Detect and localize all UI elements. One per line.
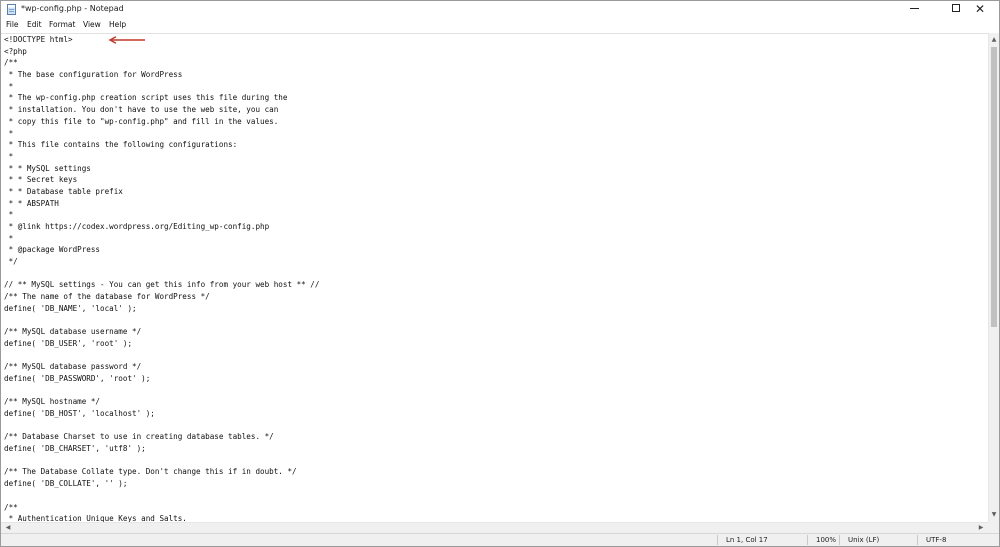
editor-line: define( 'DB_NAME', 'local' ); [4, 303, 137, 313]
status-divider [807, 535, 808, 545]
horizontal-scrollbar[interactable]: ◀ ▶ [1, 522, 988, 533]
scrollbar-corner [988, 522, 999, 533]
window-title: *wp-config.php - Notepad [21, 4, 124, 13]
editor-line [4, 350, 319, 362]
editor-line: /** [4, 502, 18, 512]
vertical-scrollbar[interactable]: ▲ ▼ [988, 33, 999, 522]
editor-line: define( 'DB_COLLATE', '' ); [4, 479, 128, 489]
editor-line: /** [4, 58, 18, 68]
editor-line: * copy this file to "wp-config.php" and … [4, 116, 279, 126]
editor-line: define( 'DB_PASSWORD', 'root' ); [4, 373, 151, 383]
editor-line: * installation. You don't have to use th… [4, 105, 279, 115]
editor-line: */ [4, 257, 18, 267]
editor-line: * * Secret keys [4, 175, 78, 185]
editor-line [4, 420, 319, 432]
zoom-level: 100% [816, 536, 837, 544]
editor-line: * The base configuration for WordPress [4, 70, 183, 80]
editor-line: * The wp-config.php creation script uses… [4, 93, 288, 103]
vertical-scroll-thumb[interactable] [991, 47, 997, 327]
scroll-right-icon[interactable]: ▶ [976, 523, 986, 533]
arrow-icon [108, 36, 145, 44]
editor-line: /** The name of the database for WordPre… [4, 292, 210, 302]
editor-line: /** The Database Collate type. Don't cha… [4, 467, 297, 477]
line-endings: Unix (LF) [848, 536, 880, 544]
minimize-icon [909, 7, 919, 9]
editor-line: define( 'DB_USER', 'root' ); [4, 338, 133, 348]
text-editor[interactable]: <!DOCTYPE html> <?php /** * The base con… [1, 33, 988, 523]
menu-help[interactable]: Help [109, 20, 126, 29]
status-bar: Ln 1, Col 17 100% Unix (LF) UTF-8 [1, 533, 999, 546]
editor-line: <!DOCTYPE html> [4, 35, 73, 44]
editor-line: * * MySQL settings [4, 163, 91, 173]
close-icon: ✕ [974, 2, 986, 16]
editor-line: /** MySQL hostname */ [4, 397, 101, 407]
editor-line: /** MySQL database username */ [4, 327, 142, 337]
status-divider [917, 535, 918, 545]
scroll-up-icon[interactable]: ▲ [989, 35, 999, 45]
scroll-down-icon[interactable]: ▼ [989, 510, 999, 520]
editor-line [4, 385, 319, 397]
notepad-icon [7, 4, 16, 15]
editor-line: * This file contains the following confi… [4, 140, 238, 150]
editor-line: /** MySQL database password */ [4, 362, 142, 372]
editor-line: define( 'DB_CHARSET', 'utf8' ); [4, 444, 146, 454]
editor-line: /** Database Charset to use in creating … [4, 432, 274, 442]
editor-line [4, 268, 319, 280]
editor-line [4, 455, 319, 467]
maximize-icon [952, 4, 960, 12]
editor-line: * @package WordPress [4, 245, 101, 255]
menu-view[interactable]: View [83, 20, 101, 29]
editor-line: define( 'DB_HOST', 'localhost' ); [4, 409, 155, 418]
editor-line: // ** MySQL settings - You can get this … [4, 280, 320, 290]
editor-line: * [4, 233, 14, 243]
editor-line: * [4, 81, 14, 91]
close-button[interactable]: ✕ [961, 1, 999, 18]
minimize-button[interactable] [895, 1, 933, 18]
menu-file[interactable]: File [6, 20, 19, 29]
cursor-position: Ln 1, Col 17 [726, 536, 768, 544]
notepad-window: *wp-config.php - Notepad ✕ File Edit For… [0, 0, 1000, 547]
status-divider [717, 535, 718, 545]
scroll-left-icon[interactable]: ◀ [3, 523, 13, 533]
editor-line: * [4, 128, 14, 138]
status-divider [839, 535, 840, 545]
editor-line: * * ABSPATH [4, 198, 59, 208]
editor-line: <?php [4, 46, 27, 56]
editor-lines: <!DOCTYPE html> <?php /** * The base con… [4, 34, 319, 523]
menu-bar: File Edit Format View Help [1, 18, 999, 33]
menu-edit[interactable]: Edit [27, 20, 42, 29]
editor-line: * @link https://codex.wordpress.org/Edit… [4, 222, 270, 231]
title-bar[interactable]: *wp-config.php - Notepad ✕ [1, 1, 999, 18]
editor-line: * [4, 151, 14, 161]
editor-line [4, 315, 319, 327]
menu-format[interactable]: Format [49, 20, 75, 29]
encoding: UTF-8 [926, 536, 947, 544]
editor-line: * [4, 210, 14, 220]
editor-line: * * Database table prefix [4, 186, 123, 196]
editor-line [4, 490, 319, 502]
